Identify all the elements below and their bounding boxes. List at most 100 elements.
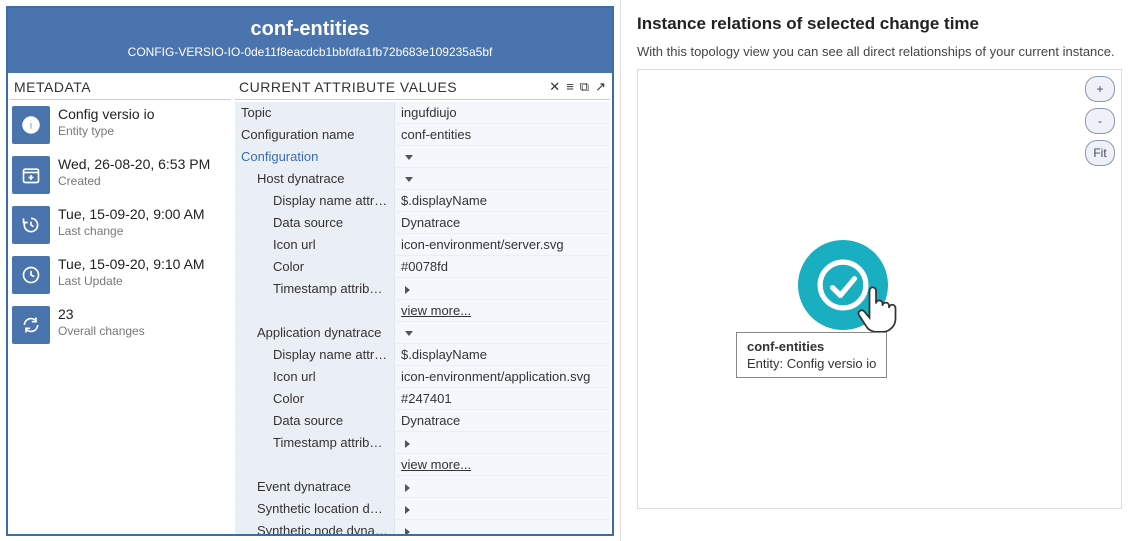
attribute-key[interactable]: Event dynatrace	[235, 476, 395, 497]
chevron-right-icon[interactable]	[405, 286, 410, 294]
attribute-value	[395, 278, 610, 299]
attribute-value: $.displayName	[395, 190, 610, 211]
metadata-label: Last change	[58, 224, 205, 238]
instance-card: conf-entities CONFIG-VERSIO-IO-0de11f8ea…	[6, 6, 614, 536]
metadata-label: Overall changes	[58, 324, 145, 338]
attribute-value: #247401	[395, 388, 610, 409]
attribute-row: Color#0078fd	[235, 256, 610, 278]
outdent-icon[interactable]: ⧉	[580, 79, 589, 95]
metadata-row: Tue, 15-09-20, 9:00 AM Last change	[10, 204, 231, 254]
metadata-row: 23 Overall changes	[10, 304, 231, 354]
fit-button[interactable]: Fit	[1085, 140, 1115, 166]
attribute-value: #0078fd	[395, 256, 610, 277]
chevron-right-icon[interactable]	[405, 484, 410, 492]
metadata-value: Wed, 26-08-20, 6:53 PM	[58, 156, 210, 172]
attribute-value	[395, 146, 610, 167]
attribute-key[interactable]	[235, 300, 395, 321]
zoom-out-button[interactable]: -	[1085, 108, 1115, 134]
cursor-icon	[850, 282, 902, 334]
popout-icon[interactable]: ↗	[595, 79, 606, 95]
attribute-value: Dynatrace	[395, 410, 610, 431]
relations-title: Instance relations of selected change ti…	[637, 14, 1122, 34]
attributes-section-title: CURRENT ATTRIBUTE VALUES	[239, 79, 457, 95]
zoom-in-button[interactable]: +	[1085, 76, 1115, 102]
view-more-link[interactable]: view more...	[401, 457, 471, 472]
info-icon: i	[12, 106, 50, 144]
metadata-row: Wed, 26-08-20, 6:53 PM Created	[10, 154, 231, 204]
shuffle-icon[interactable]: ✕	[549, 79, 560, 95]
attribute-key: Color	[235, 388, 395, 409]
attribute-row: Data sourceDynatrace	[235, 410, 610, 432]
attribute-row[interactable]: Synthetic location dyn…	[235, 498, 610, 520]
graph-node[interactable]: conf-entities Entity: Config versio io	[798, 240, 888, 330]
node-tooltip: conf-entities Entity: Config versio io	[736, 332, 887, 378]
attribute-key[interactable]: Application dynatrace	[235, 322, 395, 343]
metadata-value: Tue, 15-09-20, 9:00 AM	[58, 206, 205, 222]
tooltip-subtitle: Entity: Config versio io	[747, 356, 876, 371]
attribute-row: Data sourceDynatrace	[235, 212, 610, 234]
attribute-key: Data source	[235, 212, 395, 233]
chevron-down-icon[interactable]	[405, 155, 413, 160]
attribute-row[interactable]: view more...	[235, 300, 610, 322]
metadata-value: 23	[58, 306, 145, 322]
chevron-right-icon[interactable]	[405, 506, 410, 514]
attribute-key[interactable]: Synthetic location dyn…	[235, 498, 395, 519]
attribute-value	[395, 498, 610, 519]
chevron-right-icon[interactable]	[405, 528, 410, 534]
attribute-row[interactable]: Application dynatrace	[235, 322, 610, 344]
chevron-down-icon[interactable]	[405, 177, 413, 182]
attribute-list[interactable]: TopicingufdiujoConfiguration nameconf-en…	[235, 102, 610, 534]
attribute-value: icon-environment/server.svg	[395, 234, 610, 255]
attribute-row[interactable]: Configuration	[235, 146, 610, 168]
metadata-label: Last Update	[58, 274, 205, 288]
attribute-row[interactable]: Timestamp attributes…	[235, 432, 610, 454]
attribute-key[interactable]: Timestamp attributes…	[235, 432, 395, 453]
attribute-key: Color	[235, 256, 395, 277]
metadata-value: Config versio io	[58, 106, 155, 122]
list-icon[interactable]: ≡	[566, 79, 574, 95]
attribute-row: Display name attribute$.displayName	[235, 190, 610, 212]
history-icon	[12, 206, 50, 244]
metadata-value: Tue, 15-09-20, 9:10 AM	[58, 256, 205, 272]
attribute-key[interactable]: Host dynatrace	[235, 168, 395, 189]
attribute-value	[395, 520, 610, 534]
card-header: conf-entities CONFIG-VERSIO-IO-0de11f8ea…	[8, 8, 612, 73]
attribute-value: view more...	[395, 454, 610, 475]
view-more-link[interactable]: view more...	[401, 303, 471, 318]
attribute-key[interactable]	[235, 454, 395, 475]
attribute-key[interactable]: Configuration	[235, 146, 395, 167]
card-title: conf-entities	[16, 18, 604, 41]
attribute-row[interactable]: view more...	[235, 454, 610, 476]
chevron-down-icon[interactable]	[405, 331, 413, 336]
attribute-key[interactable]: Timestamp attributes…	[235, 278, 395, 299]
attribute-value: icon-environment/application.svg	[395, 366, 610, 387]
metadata-section-title: METADATA	[10, 77, 231, 100]
attribute-key[interactable]: Synthetic node dynatra…	[235, 520, 395, 534]
topology-graph[interactable]: + - Fit conf-entities Entity: Config ver…	[637, 69, 1122, 509]
attribute-key: Configuration name	[235, 124, 395, 145]
attribute-row[interactable]: Timestamp attributes…	[235, 278, 610, 300]
attribute-row: Icon urlicon-environment/server.svg	[235, 234, 610, 256]
attribute-row[interactable]: Synthetic node dynatra…	[235, 520, 610, 534]
clock-icon	[12, 256, 50, 294]
attribute-row[interactable]: Event dynatrace	[235, 476, 610, 498]
attribute-key: Display name attribute	[235, 190, 395, 211]
attribute-value	[395, 476, 610, 497]
attribute-key: Icon url	[235, 366, 395, 387]
attribute-value: $.displayName	[395, 344, 610, 365]
attribute-row[interactable]: Host dynatrace	[235, 168, 610, 190]
attribute-value	[395, 168, 610, 189]
attribute-value	[395, 432, 610, 453]
attribute-key: Topic	[235, 102, 395, 123]
attribute-key: Icon url	[235, 234, 395, 255]
attribute-row: Color#247401	[235, 388, 610, 410]
attribute-value: Dynatrace	[395, 212, 610, 233]
svg-text:i: i	[29, 119, 32, 132]
tooltip-title: conf-entities	[747, 339, 876, 354]
attribute-value: view more...	[395, 300, 610, 321]
attribute-row: Display name attribute$.displayName	[235, 344, 610, 366]
metadata-label: Created	[58, 174, 210, 188]
chevron-right-icon[interactable]	[405, 440, 410, 448]
metadata-row: iConfig versio ioEntity type	[10, 104, 231, 154]
attribute-key: Display name attribute	[235, 344, 395, 365]
